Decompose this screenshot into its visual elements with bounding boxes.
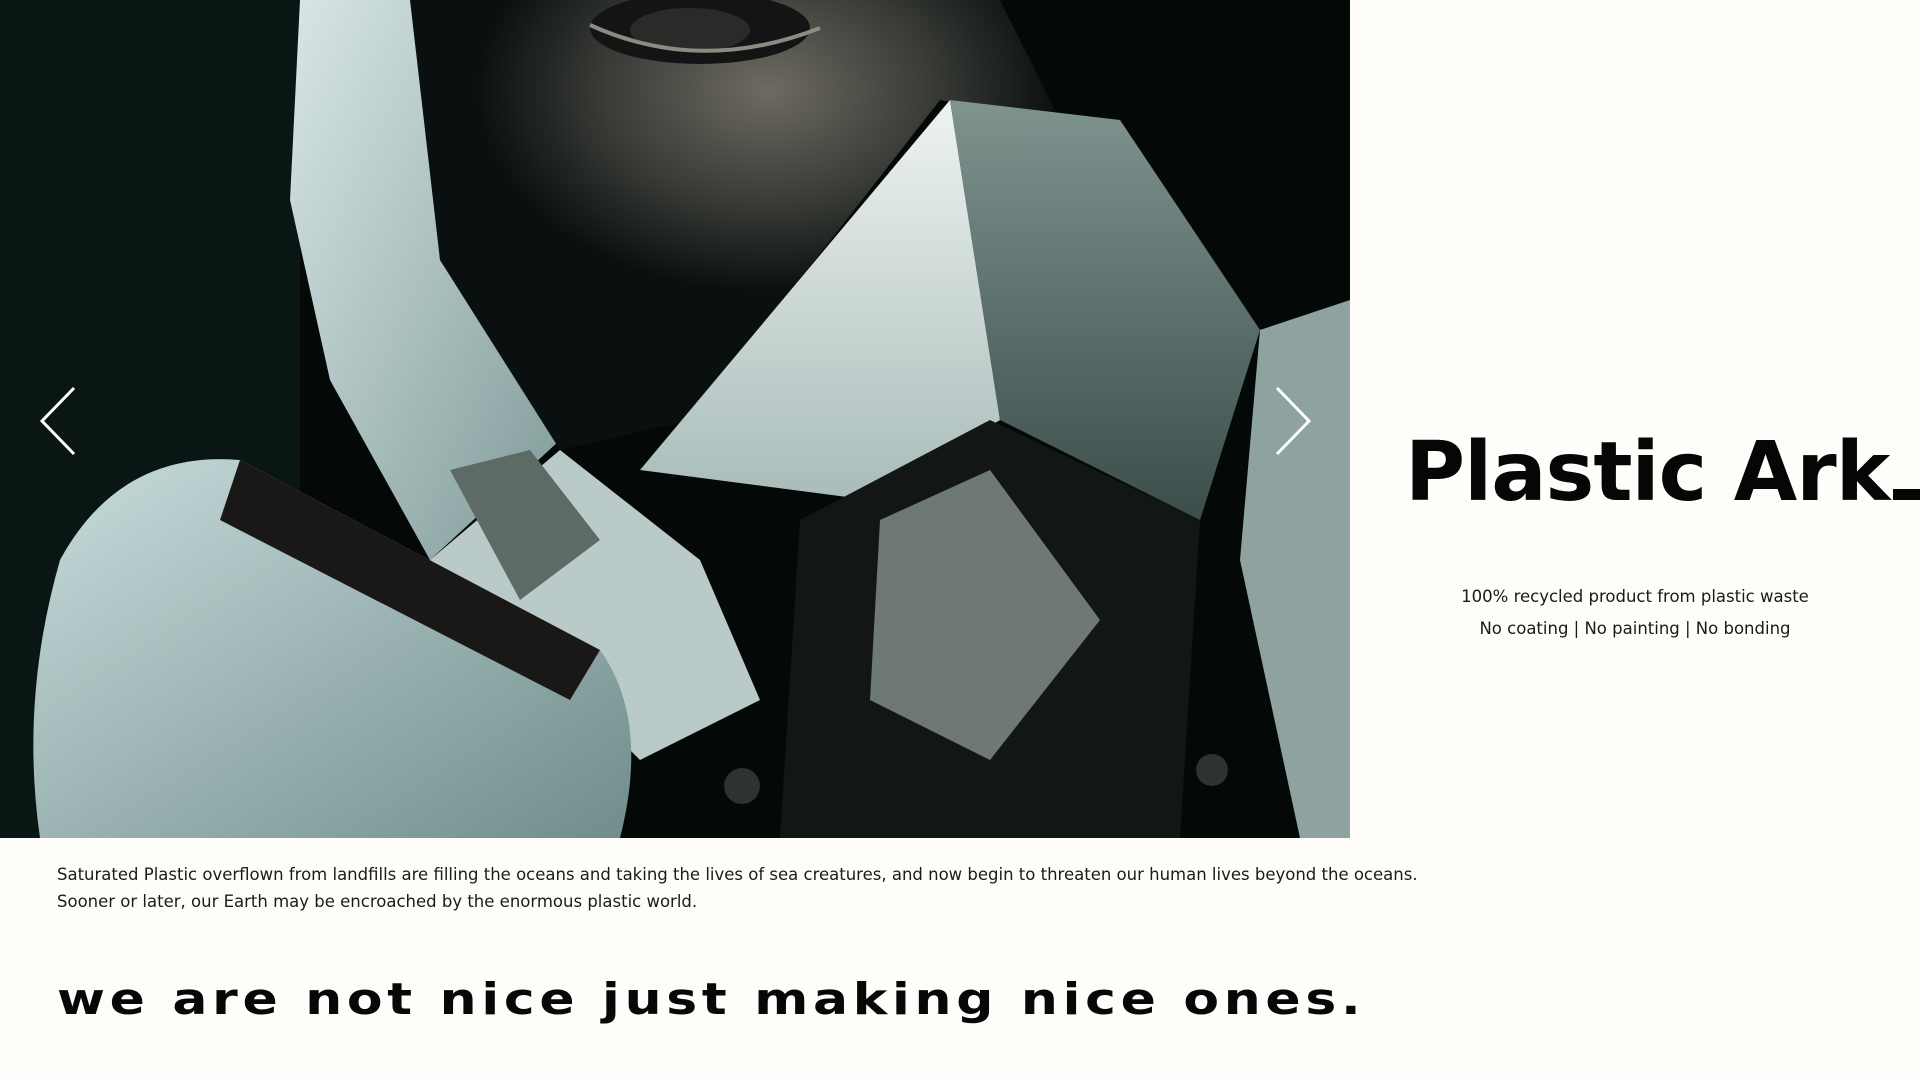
description-line-2: Sooner or later, our Earth may be encroa… bbox=[57, 892, 698, 911]
chevron-left-icon bbox=[39, 386, 76, 456]
description-line-1: Saturated Plastic overflown from landfil… bbox=[57, 865, 1418, 884]
chevron-right-icon bbox=[1275, 386, 1312, 456]
next-slide-button[interactable] bbox=[1273, 386, 1313, 456]
brand-title-text: Plastic Ark bbox=[1405, 425, 1890, 520]
brand-tagline-process: No coating | No painting | No bonding bbox=[1479, 619, 1791, 638]
page: Plastic Ark 100% recycled product from p… bbox=[0, 0, 1920, 1080]
brand-panel: Plastic Ark 100% recycled product from p… bbox=[1350, 0, 1920, 1080]
description-text: Saturated Plastic overflown from landfil… bbox=[57, 861, 1418, 915]
respirator-portrait-photo bbox=[0, 0, 1350, 838]
brand-title: Plastic Ark bbox=[1405, 432, 1920, 514]
slogan: we are not nice just making nice ones. bbox=[57, 974, 1366, 1025]
brand-tagline-recycled: 100% recycled product from plastic waste bbox=[1461, 587, 1809, 606]
hero-slider bbox=[0, 0, 1350, 838]
previous-slide-button[interactable] bbox=[38, 386, 78, 456]
title-underscore-mark bbox=[1893, 489, 1920, 500]
